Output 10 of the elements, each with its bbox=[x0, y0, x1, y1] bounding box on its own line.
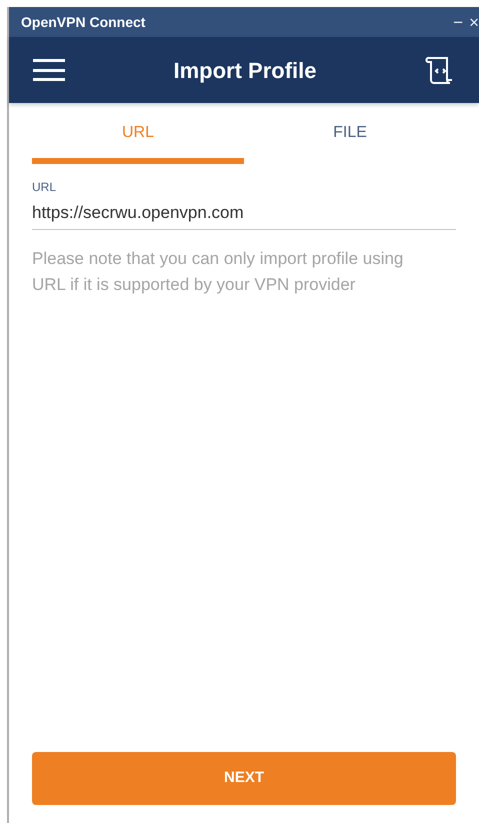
close-button[interactable]: × bbox=[469, 14, 479, 30]
menu-icon[interactable] bbox=[33, 59, 65, 81]
header-title: Import Profile bbox=[172, 56, 318, 85]
document-code-icon[interactable] bbox=[425, 55, 455, 85]
minimize-button[interactable]: − bbox=[453, 14, 464, 30]
window-title: OpenVPN Connect bbox=[21, 12, 146, 32]
url-field[interactable]: https://secrwu.openvpn.com bbox=[32, 196, 456, 230]
tab[interactable]: FILE bbox=[244, 121, 456, 164]
note-text: Please note that you can only import profile using URL if it is supported by your VPN provider bbox=[32, 248, 404, 296]
url-label: URL bbox=[32, 179, 58, 196]
